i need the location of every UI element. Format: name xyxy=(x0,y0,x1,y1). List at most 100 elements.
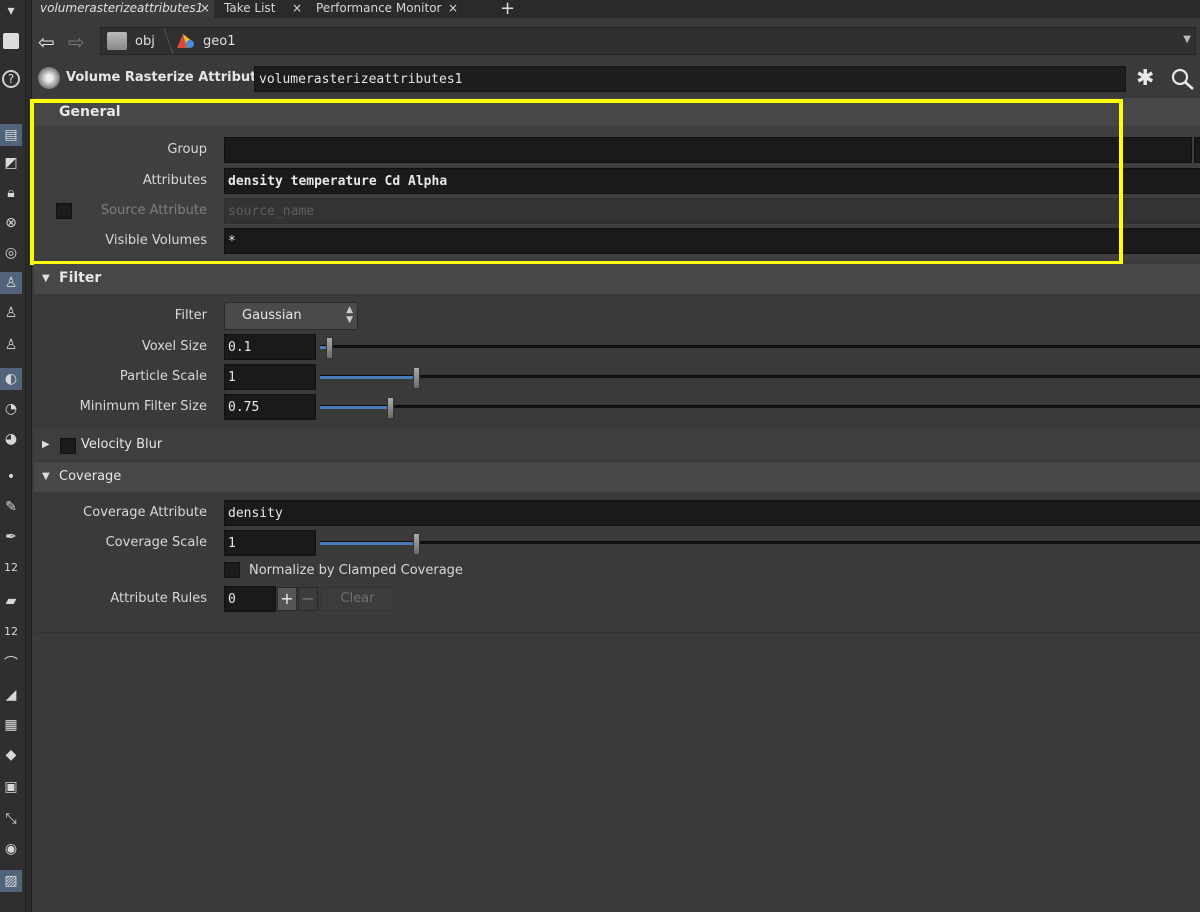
menu-arrow-icon[interactable]: ▾ xyxy=(0,0,22,22)
clear-rules-button[interactable]: Clear xyxy=(321,587,394,611)
node-type-icon[interactable] xyxy=(38,67,60,89)
minimum-filter-size-label: Minimum Filter Size xyxy=(79,399,207,414)
source-attribute-toggle[interactable] xyxy=(56,203,72,219)
chevron-down-icon[interactable]: ▼ xyxy=(1183,34,1191,45)
section-title: Filter xyxy=(59,270,102,286)
view-icon[interactable]: ▤ xyxy=(0,124,22,146)
breadcrumb-geo1[interactable]: geo1 xyxy=(203,34,235,49)
path-breadcrumb: obj geo1 ▼ xyxy=(100,27,1196,55)
slider-handle[interactable] xyxy=(413,367,420,389)
particle-scale-slider[interactable] xyxy=(320,367,1200,389)
close-icon[interactable]: × xyxy=(200,0,210,17)
breadcrumb-separator xyxy=(154,28,174,54)
coverage-attribute-field[interactable]: density xyxy=(224,500,1200,526)
parameter-header: Volume Rasterize Attributes volumeraster… xyxy=(32,62,1200,96)
camera-eye-icon[interactable]: ◕ xyxy=(0,428,22,450)
tab-label: Performance Monitor xyxy=(316,1,442,15)
attributes-field[interactable]: density temperature Cd Alpha xyxy=(224,168,1200,194)
pointer-icon[interactable] xyxy=(0,30,22,52)
coverage-folder-header[interactable]: ▼ Coverage xyxy=(34,462,1200,492)
obj-network-icon xyxy=(107,32,127,50)
add-rule-button[interactable]: + xyxy=(277,587,297,611)
forward-arrow-icon[interactable]: ⇨ xyxy=(68,30,85,54)
slider-fill xyxy=(320,376,416,379)
remove-rule-button[interactable]: − xyxy=(298,587,318,611)
coverage-scale-field[interactable]: 1 xyxy=(224,530,316,556)
paint-icon[interactable]: ▰ xyxy=(0,590,22,612)
navigation-bar: ⇦ ⇨ obj geo1 ▼ xyxy=(32,22,1200,60)
help-icon[interactable]: ? xyxy=(0,68,22,90)
group-field[interactable] xyxy=(224,137,1192,163)
expanded-arrow-icon: ▼ xyxy=(42,273,50,284)
left-toolbar: ▾ ? ▤ ◩ 🔒︎ ⊗ ◎ ♙ ♙ ♙ ◐ ◔ ◕ • ✎ ✒︎ 12 ▰ 1… xyxy=(0,0,26,912)
light-icon[interactable]: ♙ xyxy=(0,272,22,294)
attribute-rules-label: Attribute Rules xyxy=(110,591,207,606)
velocity-blur-folder-header[interactable]: ▶ Velocity Blur xyxy=(34,430,1200,460)
filter-dropdown[interactable]: Gaussian ▲ ▼ xyxy=(224,302,358,330)
collapsed-arrow-icon: ▶ xyxy=(42,439,50,450)
number-icon[interactable]: 12 xyxy=(0,556,22,578)
coverage-scale-slider[interactable] xyxy=(320,533,1200,555)
panel-splitter[interactable] xyxy=(26,0,32,912)
voxel-size-slider[interactable] xyxy=(320,337,1200,359)
tab-volumerasterizeattributes1[interactable]: volumerasterizeattributes1 × xyxy=(32,0,214,18)
general-folder-header[interactable]: General xyxy=(34,98,1200,126)
lock-icon[interactable]: 🔒︎ xyxy=(0,182,22,204)
visible-volumes-label: Visible Volumes xyxy=(105,233,207,248)
slider-handle[interactable] xyxy=(387,397,394,419)
attributes-label: Attributes xyxy=(142,173,207,188)
circle-icon[interactable]: ◉ xyxy=(0,838,22,860)
curve-icon[interactable]: ⌒ xyxy=(0,652,22,674)
frame-icon[interactable]: ▣ xyxy=(0,776,22,798)
number-icon-2[interactable]: 12 xyxy=(0,620,22,642)
light-stand-icon[interactable]: ♙ xyxy=(0,334,22,356)
tab-bar: volumerasterizeattributes1 × Take List ×… xyxy=(32,0,1200,19)
particle-scale-field[interactable]: 1 xyxy=(224,364,316,390)
ghost-icon[interactable]: ◎ xyxy=(0,242,22,264)
point-icon[interactable]: • xyxy=(0,466,22,488)
close-icon[interactable]: × xyxy=(292,0,302,17)
gear-icon[interactable]: ✱ xyxy=(1136,66,1154,91)
back-arrow-icon[interactable]: ⇦ xyxy=(38,30,55,54)
search-icon[interactable] xyxy=(1170,67,1196,91)
diamond-icon[interactable]: ◆ xyxy=(0,744,22,766)
section-title: Velocity Blur xyxy=(81,437,163,452)
coverage-attribute-label: Coverage Attribute xyxy=(83,505,207,520)
link-icon[interactable]: ⤡ xyxy=(0,808,22,830)
attribute-rules-count-field[interactable]: 0 xyxy=(224,586,276,612)
close-icon[interactable]: × xyxy=(448,0,458,17)
handle-icon[interactable]: ◐ xyxy=(0,368,22,390)
select-icon[interactable]: ◩ xyxy=(0,152,22,174)
expanded-arrow-icon: ▼ xyxy=(42,471,50,482)
minimum-filter-size-slider[interactable] xyxy=(320,397,1200,419)
node-name-field[interactable]: volumerasterizeattributes1 xyxy=(254,66,1126,92)
tab-performance-monitor[interactable]: Performance Monitor × xyxy=(308,0,462,18)
particle-scale-label: Particle Scale xyxy=(119,369,207,384)
slider-handle[interactable] xyxy=(413,533,420,555)
normalize-checkbox[interactable] xyxy=(224,562,240,578)
visible-volumes-field[interactable]: * xyxy=(224,228,1200,254)
filter-folder-header[interactable]: ▼ Filter xyxy=(34,264,1200,294)
image-icon[interactable]: ▨ xyxy=(0,870,22,892)
slider-handle[interactable] xyxy=(326,337,333,359)
filter-value: Gaussian xyxy=(242,308,302,323)
x-ray-icon[interactable]: ⊗ xyxy=(0,212,22,234)
pen-icon[interactable]: ✒︎ xyxy=(0,526,22,548)
velocity-blur-toggle[interactable] xyxy=(60,438,76,454)
brush-icon[interactable]: ✎ xyxy=(0,496,22,518)
minimum-filter-size-field[interactable]: 0.75 xyxy=(224,394,316,420)
source-attribute-field[interactable]: source_name xyxy=(224,198,1200,224)
light-bulb-icon[interactable]: ♙ xyxy=(0,302,22,324)
eye-icon[interactable]: ◔ xyxy=(0,398,22,420)
add-tab-icon[interactable]: + xyxy=(500,0,515,19)
divider xyxy=(34,632,1200,633)
filter-label: Filter xyxy=(174,308,207,323)
group-select-button[interactable] xyxy=(1194,137,1200,163)
node-type-label: Volume Rasterize Attributes xyxy=(66,70,273,85)
surface-icon[interactable]: ◢ xyxy=(0,684,22,706)
tab-take-list[interactable]: Take List × xyxy=(216,0,306,18)
breadcrumb-obj[interactable]: obj xyxy=(135,34,155,49)
section-title: Coverage xyxy=(59,469,122,484)
voxel-size-field[interactable]: 0.1 xyxy=(224,334,316,360)
checker-icon[interactable]: ▦ xyxy=(0,714,22,736)
